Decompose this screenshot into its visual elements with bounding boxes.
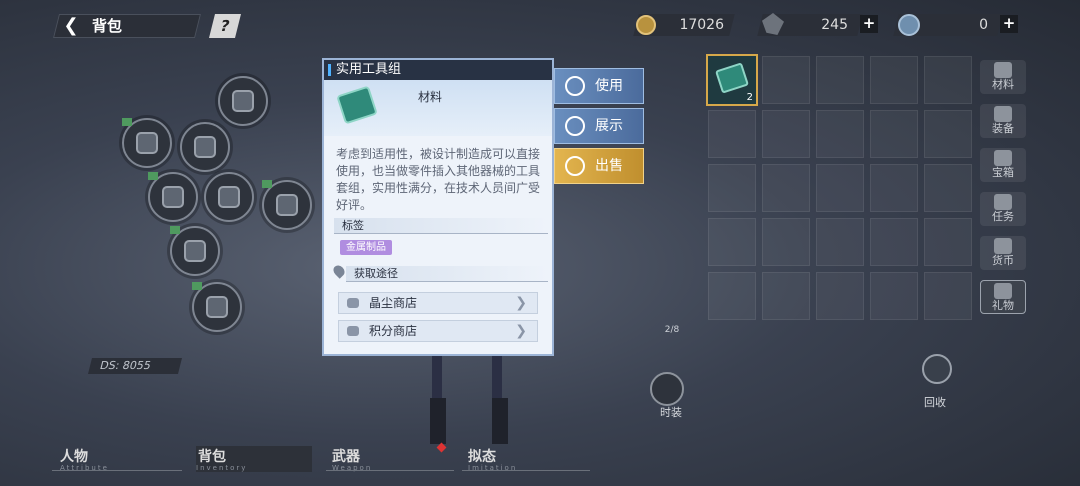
gear-icon xyxy=(184,240,206,262)
inventory-slot[interactable] xyxy=(816,218,864,266)
stamina-value: 245 xyxy=(821,17,848,33)
sell-box-icon xyxy=(565,156,585,176)
inventory-slot[interactable] xyxy=(870,56,918,104)
currency-icon xyxy=(994,238,1012,254)
inventory-slot[interactable] xyxy=(708,218,756,266)
gear-icon xyxy=(194,136,216,158)
category-currency[interactable]: 货币 xyxy=(980,236,1026,270)
gear-icon xyxy=(276,194,298,216)
use-button[interactable]: 使用 xyxy=(554,68,644,104)
sell-button[interactable]: 出售 xyxy=(554,148,644,184)
inventory-slot[interactable] xyxy=(924,218,972,266)
inventory-slot[interactable] xyxy=(708,110,756,158)
inventory-slot[interactable] xyxy=(870,272,918,320)
inventory-slot[interactable] xyxy=(870,110,918,158)
tab-underline xyxy=(462,470,590,471)
quest-icon xyxy=(994,194,1012,210)
gear-icon xyxy=(232,90,254,112)
inventory-slot[interactable] xyxy=(708,272,756,320)
item-quantity: 2 xyxy=(746,92,753,103)
item-type: 材料 xyxy=(418,90,443,104)
help-button[interactable]: ? xyxy=(209,14,241,38)
category-materials[interactable]: 材料 xyxy=(980,60,1026,94)
chevron-right-icon: ❯ xyxy=(515,323,527,339)
slot-counter: 2/8 xyxy=(664,325,680,335)
stamina-plus-button[interactable]: + xyxy=(860,15,878,33)
item-description: 考虑到适用性，被设计制造成可以直接使用，也当做零件插入其他器械的工具套组，实用性… xyxy=(336,147,541,212)
inventory-slot[interactable] xyxy=(924,272,972,320)
gift-icon xyxy=(994,283,1012,299)
ds-value: DS: 8055 xyxy=(88,358,182,374)
fashion-label: 时装 xyxy=(660,406,682,419)
character-model xyxy=(430,340,510,450)
coin-value: 17026 xyxy=(679,17,724,33)
inventory-slot[interactable] xyxy=(762,110,810,158)
tags-header: 标签 xyxy=(334,218,548,234)
equip-slot-5[interactable] xyxy=(204,172,254,222)
inventory-slot-selected[interactable]: 2 xyxy=(706,54,758,106)
equip-slot-3[interactable] xyxy=(180,122,230,172)
equip-slot-1[interactable] xyxy=(218,76,268,126)
check-icon xyxy=(565,76,585,96)
tab-imitation[interactable]: 拟态 Imitation xyxy=(468,446,515,472)
category-chests[interactable]: 宝箱 xyxy=(980,148,1026,182)
item-title: 实用工具组 xyxy=(324,60,552,80)
source-link-1[interactable]: 晶尘商店 ❯ xyxy=(338,292,538,314)
inventory-slot[interactable] xyxy=(762,272,810,320)
chevron-right-icon: ❯ xyxy=(515,295,527,311)
crystal-plus-button[interactable]: + xyxy=(1000,15,1018,33)
chest-icon xyxy=(994,150,1012,166)
equip-slot-6[interactable] xyxy=(262,180,312,230)
recycle-label: 回收 xyxy=(924,396,946,409)
gear-icon xyxy=(136,132,158,154)
show-button[interactable]: 展示 xyxy=(554,108,644,144)
equip-slot-4[interactable] xyxy=(148,172,198,222)
armor-icon xyxy=(994,106,1012,122)
gear-icon xyxy=(218,186,240,208)
inventory-slot[interactable] xyxy=(762,56,810,104)
page-title: 背包 xyxy=(92,17,123,35)
source-link-2[interactable]: 积分商店 ❯ xyxy=(338,320,538,342)
layers-icon xyxy=(994,62,1012,78)
gear-icon xyxy=(162,186,184,208)
toolkit-icon xyxy=(714,62,750,94)
equip-slot-8[interactable] xyxy=(192,282,242,332)
inventory-slot[interactable] xyxy=(708,164,756,212)
inventory-slot[interactable] xyxy=(870,164,918,212)
crystal-icon xyxy=(898,14,920,36)
inventory-slot[interactable] xyxy=(816,56,864,104)
inventory-slot[interactable] xyxy=(870,218,918,266)
shop-icon xyxy=(347,326,359,336)
back-arrow-icon[interactable]: ❮ xyxy=(60,15,82,37)
inventory-slot[interactable] xyxy=(924,164,972,212)
gear-icon xyxy=(206,296,228,318)
fashion-button[interactable] xyxy=(650,372,684,406)
inventory-slot[interactable] xyxy=(924,110,972,158)
equip-slot-7[interactable] xyxy=(170,226,220,276)
inventory-slot[interactable] xyxy=(762,164,810,212)
tab-character[interactable]: 人物 Attribute xyxy=(60,446,107,472)
display-icon xyxy=(565,116,585,136)
inventory-slot[interactable] xyxy=(816,164,864,212)
equip-slot-2[interactable] xyxy=(122,118,172,168)
category-quests[interactable]: 任务 xyxy=(980,192,1026,226)
inventory-slot[interactable] xyxy=(924,56,972,104)
tab-weapon[interactable]: 武器 Weapon xyxy=(332,446,370,472)
category-equipment[interactable]: 装备 xyxy=(980,104,1026,138)
coin-icon xyxy=(636,15,656,35)
inventory-slot[interactable] xyxy=(816,272,864,320)
shop-icon xyxy=(347,298,359,308)
crystal-value: 0 xyxy=(979,17,988,33)
location-pin-icon xyxy=(331,263,347,279)
category-gifts[interactable]: 礼物 xyxy=(980,280,1026,314)
tab-underline xyxy=(52,470,182,471)
item-detail-popup: 实用工具组 材料 考虑到适用性，被设计制造成可以直接使用，也当做零件插入其他器械… xyxy=(322,58,554,356)
tab-underline xyxy=(326,470,454,471)
tab-inventory[interactable]: 背包 Inventory xyxy=(196,446,312,472)
inventory-slot[interactable] xyxy=(762,218,810,266)
tag-chip: 金属制品 xyxy=(340,240,392,255)
recycle-button[interactable] xyxy=(922,354,952,384)
inventory-slot[interactable] xyxy=(816,110,864,158)
sources-header: 获取途径 xyxy=(346,266,548,282)
